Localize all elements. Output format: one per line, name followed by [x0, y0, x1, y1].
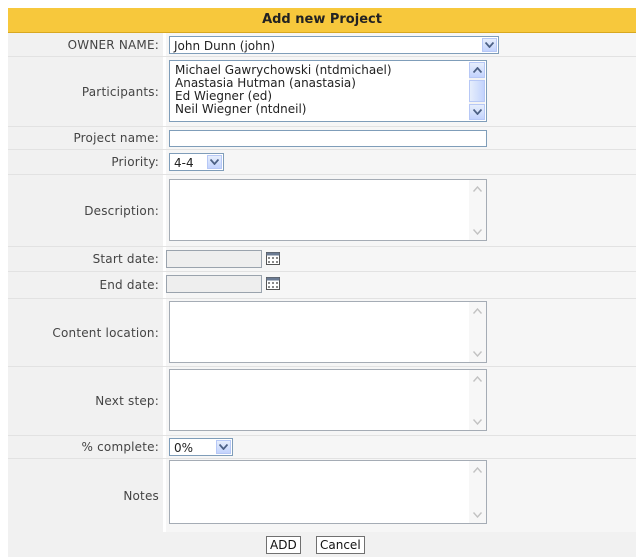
- participants-label: Participants:: [8, 57, 164, 126]
- textarea-scrollbar[interactable]: [469, 302, 486, 362]
- next-step-row: Next step:: [8, 367, 636, 436]
- participants-row: Participants: Michael Gawrychowski (ntdm…: [8, 57, 636, 127]
- calendar-icon[interactable]: [266, 252, 280, 265]
- priority-label: Priority:: [8, 150, 164, 174]
- chevron-down-icon[interactable]: [216, 440, 231, 454]
- textarea-scrollbar[interactable]: [469, 370, 486, 430]
- scroll-down-icon[interactable]: [469, 345, 486, 362]
- textarea-scrollbar[interactable]: [469, 461, 486, 523]
- start-date-input[interactable]: [166, 250, 262, 268]
- content-location-textarea[interactable]: [169, 301, 487, 363]
- end-date-input[interactable]: [166, 275, 262, 293]
- chevron-down-icon[interactable]: [207, 155, 222, 169]
- percent-complete-row: % complete: 0%: [8, 436, 636, 459]
- participant-option[interactable]: Neil Wiegner (ntdneil): [170, 103, 486, 116]
- notes-label: Notes: [8, 459, 164, 532]
- priority-value: 4-4: [174, 156, 194, 170]
- notes-textarea[interactable]: [169, 460, 487, 524]
- add-button[interactable]: ADD: [266, 536, 301, 554]
- textarea-scrollbar[interactable]: [469, 180, 486, 240]
- scroll-down-icon[interactable]: [469, 223, 486, 240]
- owner-row: OWNER NAME: John Dunn (john): [8, 33, 636, 57]
- form-footer: ADD Cancel: [8, 532, 636, 557]
- start-date-label: Start date:: [8, 247, 164, 271]
- form-title: Add new Project: [8, 8, 636, 33]
- scroll-down-icon[interactable]: [469, 506, 486, 523]
- percent-complete-label: % complete:: [8, 436, 164, 458]
- owner-label: OWNER NAME:: [8, 33, 164, 56]
- add-project-form: Add new Project OWNER NAME: John Dunn (j…: [8, 8, 636, 557]
- scroll-up-icon[interactable]: [469, 302, 486, 319]
- start-date-row: Start date:: [8, 247, 636, 272]
- project-name-label: Project name:: [8, 127, 164, 149]
- description-row: Description:: [8, 175, 636, 247]
- cancel-button[interactable]: Cancel: [316, 536, 365, 554]
- priority-select[interactable]: 4-4: [169, 153, 224, 171]
- scroll-up-icon[interactable]: [469, 62, 485, 78]
- priority-row: Priority: 4-4: [8, 150, 636, 175]
- percent-complete-value: 0%: [174, 441, 194, 455]
- project-name-input[interactable]: [169, 130, 487, 147]
- owner-select[interactable]: John Dunn (john): [169, 36, 499, 54]
- calendar-icon[interactable]: [266, 277, 280, 290]
- scroll-up-icon[interactable]: [469, 180, 486, 197]
- end-date-row: End date:: [8, 272, 636, 299]
- project-name-row: Project name:: [8, 127, 636, 150]
- scrollbar-thumb[interactable]: [469, 80, 485, 102]
- description-textarea[interactable]: [169, 179, 487, 241]
- next-step-textarea[interactable]: [169, 369, 487, 431]
- scroll-down-icon[interactable]: [469, 413, 486, 430]
- chevron-down-icon[interactable]: [482, 38, 497, 52]
- owner-value: John Dunn (john): [174, 39, 276, 53]
- percent-complete-select[interactable]: 0%: [169, 438, 233, 456]
- content-location-label: Content location:: [8, 299, 164, 366]
- content-location-row: Content location:: [8, 299, 636, 367]
- scroll-down-icon[interactable]: [469, 104, 485, 120]
- notes-row: Notes: [8, 459, 636, 532]
- end-date-label: End date:: [8, 272, 164, 298]
- description-label: Description:: [8, 175, 164, 246]
- participants-listbox[interactable]: Michael Gawrychowski (ntdmichael) Anasta…: [169, 60, 487, 122]
- participants-scrollbar[interactable]: [469, 62, 485, 120]
- scroll-up-icon[interactable]: [469, 370, 486, 387]
- next-step-label: Next step:: [8, 367, 164, 435]
- scroll-up-icon[interactable]: [469, 461, 486, 478]
